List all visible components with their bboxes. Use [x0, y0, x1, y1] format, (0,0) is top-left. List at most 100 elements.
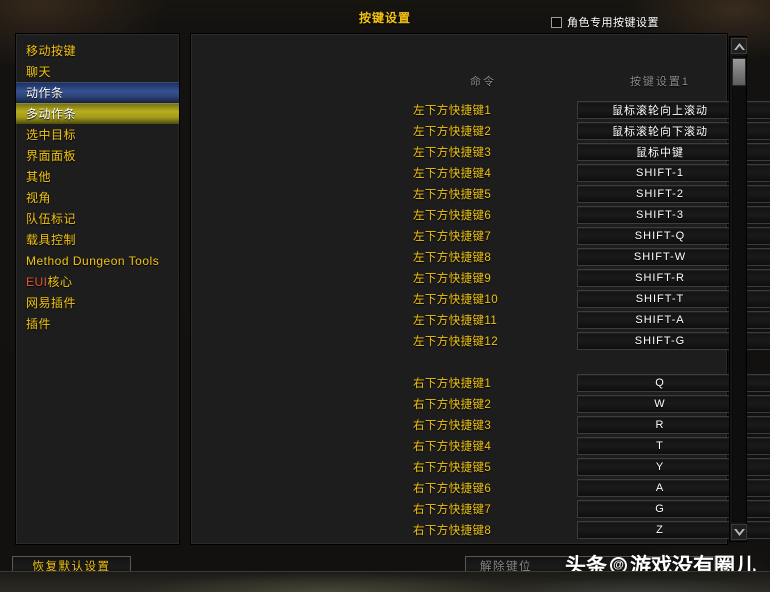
command-label: 右下方快捷键1 — [413, 375, 491, 391]
binding1-button[interactable]: SHIFT-3 — [577, 206, 743, 224]
binding1-button[interactable]: SHIFT-W — [577, 248, 743, 266]
sidebar-item-12[interactable]: 网易插件 — [16, 292, 179, 313]
binding2-button[interactable]: 未设置 — [744, 479, 770, 497]
binding1-button[interactable]: Q — [577, 374, 743, 392]
sidebar-item-label: 队伍标记 — [26, 210, 76, 227]
command-label: 左下方快捷键9 — [413, 270, 491, 286]
binding1-button[interactable]: R — [577, 416, 743, 434]
sidebar-item-label: 其他 — [26, 168, 51, 185]
binding1-button[interactable]: SHIFT-2 — [577, 185, 743, 203]
binding2-button[interactable]: 未设置 — [744, 521, 770, 539]
binding-row: 右下方快捷键1Q未设置 — [191, 372, 727, 393]
command-label: 左下方快捷键6 — [413, 207, 491, 223]
checkbox-square[interactable] — [551, 17, 562, 28]
binding1-button[interactable]: 鼠标滚轮向上滚动 — [577, 101, 743, 119]
binding2-button[interactable]: 未设置 — [744, 437, 770, 455]
sidebar-item-label: 插件 — [26, 315, 51, 332]
binding1-button[interactable]: T — [577, 437, 743, 455]
sidebar-item-4[interactable]: 选中目标 — [16, 124, 179, 145]
sidebar-item-3[interactable]: 多动作条 — [16, 103, 179, 124]
command-label: 右下方快捷键2 — [413, 396, 491, 412]
sidebar-item-label: 选中目标 — [26, 126, 76, 143]
sidebar-item-label: 动作条 — [26, 84, 64, 101]
binding1-button[interactable]: G — [577, 500, 743, 518]
binding-row: 左下方快捷键10SHIFT-T未设置 — [191, 288, 727, 309]
sidebar-item-1[interactable]: 聊天 — [16, 61, 179, 82]
sidebar-item-2[interactable]: 动作条 — [16, 82, 179, 103]
binding1-button[interactable]: SHIFT-Q — [577, 227, 743, 245]
sidebar-item-label: 网易插件 — [26, 294, 76, 311]
binding1-button[interactable]: Y — [577, 458, 743, 476]
binding2-button[interactable]: 未设置 — [744, 290, 770, 308]
sidebar-item-11[interactable]: EUI核心 — [16, 271, 179, 292]
binding-row: 左下方快捷键6SHIFT-3未设置 — [191, 204, 727, 225]
binding1-button[interactable]: 鼠标滚轮向下滚动 — [577, 122, 743, 140]
binding-row: 左下方快捷键12SHIFT-G未设置 — [191, 330, 727, 351]
binding1-button[interactable]: W — [577, 395, 743, 413]
command-label: 右下方快捷键8 — [413, 522, 491, 538]
command-label: 左下方快捷键10 — [413, 291, 498, 307]
scroll-down-button[interactable] — [731, 524, 747, 540]
sidebar-item-0[interactable]: 移动按键 — [16, 40, 179, 61]
binding1-button[interactable]: SHIFT-A — [577, 311, 743, 329]
binding1-button[interactable]: SHIFT-1 — [577, 164, 743, 182]
binding2-button[interactable]: 未设置 — [744, 416, 770, 434]
binding2-button[interactable]: 未设置 — [744, 101, 770, 119]
binding1-button[interactable]: SHIFT-R — [577, 269, 743, 287]
binding2-button[interactable]: 未设置 — [744, 248, 770, 266]
chevron-up-icon — [734, 43, 745, 50]
binding-row: 左下方快捷键8SHIFT-W未设置 — [191, 246, 727, 267]
sidebar-item-5[interactable]: 界面面板 — [16, 145, 179, 166]
binding-row: 右下方快捷键7G未设置 — [191, 498, 727, 519]
binding2-button[interactable]: 未设置 — [744, 500, 770, 518]
binding-row: 左下方快捷键3鼠标中键未设置 — [191, 141, 727, 162]
bindings-content-panel: 命令 按键设置1 按键设置2 左下方快捷键1鼠标滚轮向上滚动未设置左下方快捷键2… — [190, 33, 728, 545]
sidebar-item-label: 界面面板 — [26, 147, 76, 164]
binding2-button[interactable]: 未设置 — [744, 227, 770, 245]
sidebar-item-label: 聊天 — [26, 63, 51, 80]
column-header-command: 命令 — [403, 73, 563, 89]
command-label: 左下方快捷键7 — [413, 228, 491, 244]
sidebar-item-10[interactable]: Method Dungeon Tools — [16, 250, 179, 271]
command-label: 右下方快捷键4 — [413, 438, 491, 454]
sidebar-item-6[interactable]: 其他 — [16, 166, 179, 187]
command-label: 右下方快捷键5 — [413, 459, 491, 475]
binding1-button[interactable]: 鼠标中键 — [577, 143, 743, 161]
binding2-button[interactable]: 未设置 — [744, 206, 770, 224]
character-specific-label: 角色专用按键设置 — [567, 14, 659, 30]
binding2-button[interactable]: 未设置 — [744, 164, 770, 182]
scrollbar-track[interactable] — [732, 56, 746, 522]
binding2-button[interactable]: 未设置 — [744, 122, 770, 140]
content-scrollbar[interactable] — [729, 36, 747, 542]
binding-row: 右下方快捷键2W未设置 — [191, 393, 727, 414]
binding2-button[interactable]: 未设置 — [744, 143, 770, 161]
binding2-button[interactable]: 未设置 — [744, 374, 770, 392]
binding-row: 右下方快捷键4T未设置 — [191, 435, 727, 456]
character-specific-checkbox[interactable]: 角色专用按键设置 — [551, 14, 659, 30]
binding-row: 左下方快捷键11SHIFT-A未设置 — [191, 309, 727, 330]
binding2-button[interactable]: 未设置 — [744, 395, 770, 413]
binding2-button[interactable]: 未设置 — [744, 185, 770, 203]
category-list: 移动按键聊天动作条多动作条选中目标界面面板其他视角队伍标记载具控制 Method … — [16, 40, 179, 334]
binding2-button[interactable]: 未设置 — [744, 311, 770, 329]
sidebar-item-8[interactable]: 队伍标记 — [16, 208, 179, 229]
sidebar-item-label: 移动按键 — [26, 42, 76, 59]
binding2-button[interactable]: 未设置 — [744, 458, 770, 476]
binding1-button[interactable]: Z — [577, 521, 743, 539]
command-label: 右下方快捷键6 — [413, 480, 491, 496]
sidebar-item-9[interactable]: 载具控制 — [16, 229, 179, 250]
binding-row: 左下方快捷键4SHIFT-1未设置 — [191, 162, 727, 183]
sidebar-item-7[interactable]: 视角 — [16, 187, 179, 208]
sidebar-item-13[interactable]: 插件 — [16, 313, 179, 334]
scroll-up-button[interactable] — [731, 38, 747, 54]
scrollbar-thumb[interactable] — [732, 58, 746, 86]
sidebar-item-label: 载具控制 — [26, 231, 76, 248]
binding1-button[interactable]: SHIFT-T — [577, 290, 743, 308]
binding2-button[interactable]: 未设置 — [744, 269, 770, 287]
binding-row: 左下方快捷键7SHIFT-Q未设置 — [191, 225, 727, 246]
binding1-button[interactable]: A — [577, 479, 743, 497]
binding1-button[interactable]: SHIFT-G — [577, 332, 743, 350]
command-label: 左下方快捷键3 — [413, 144, 491, 160]
command-label: 右下方快捷键7 — [413, 501, 491, 517]
binding2-button[interactable]: 未设置 — [744, 332, 770, 350]
